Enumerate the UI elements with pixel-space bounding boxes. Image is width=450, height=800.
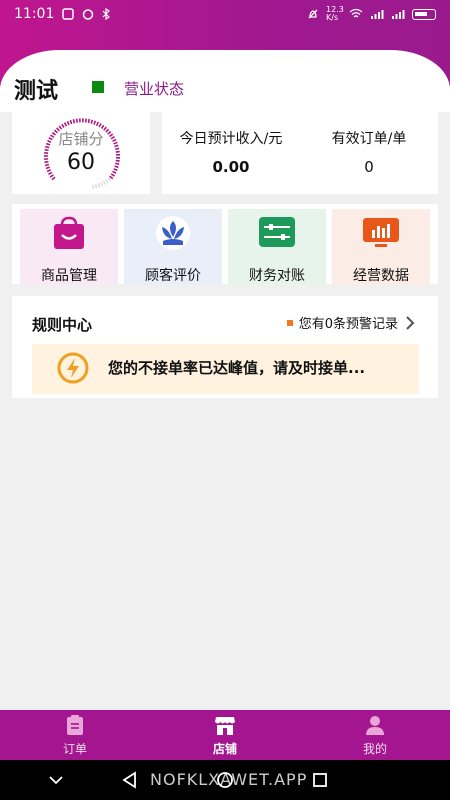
- menu-finance-reconciliation[interactable]: 财务对账: [228, 209, 326, 285]
- menu-customer-reviews[interactable]: 顾客评价: [124, 209, 222, 285]
- lightning-icon: [57, 352, 89, 384]
- chevron-down-icon[interactable]: [46, 770, 66, 790]
- shop-name: 测试: [14, 79, 59, 104]
- menu-label: 经营数据: [353, 268, 409, 284]
- network-speed: 12.3 K/s: [326, 5, 344, 22]
- tab-label: 店铺: [212, 742, 237, 756]
- store-icon: [215, 717, 235, 735]
- status-time: 11:01: [14, 6, 55, 22]
- notification-icon: [62, 8, 75, 20]
- recents-icon[interactable]: [310, 770, 330, 790]
- tab-mine[interactable]: 我的: [300, 710, 450, 760]
- rules-center-card: 规则中心 您有0条预警记录 您的不接单率已达峰值，请及时接单...: [12, 296, 438, 398]
- tab-orders[interactable]: 订单: [0, 710, 150, 760]
- alarm-icon: [83, 9, 94, 20]
- tab-label: 我的: [362, 742, 387, 756]
- income-label: 今日预计收入/元: [179, 131, 283, 147]
- business-status-label[interactable]: 营业状态: [124, 78, 184, 99]
- menu-label: 财务对账: [249, 268, 305, 284]
- shop-score-value: 60: [67, 150, 95, 175]
- orders-label: 有效订单/单: [331, 131, 407, 147]
- clipboard-icon: [67, 715, 83, 735]
- menu-business-data[interactable]: 经营数据: [332, 209, 430, 285]
- alert-banner[interactable]: 您的不接单率已达峰值，请及时接单...: [32, 344, 419, 394]
- bluetooth-icon: [102, 8, 111, 20]
- shop-score-card[interactable]: 店铺分 60: [12, 112, 150, 194]
- back-icon[interactable]: [120, 770, 140, 790]
- bottom-tab-bar: 订单 店铺 我的: [0, 710, 450, 760]
- header-sheet: [0, 50, 450, 112]
- function-menu: 商品管理 顾客评价 财务对账 经营数据: [12, 204, 438, 285]
- menu-label: 顾客评价: [145, 268, 201, 284]
- income-value: 0.00: [212, 158, 250, 176]
- ledger-icon: [259, 217, 295, 247]
- rules-center-title: 规则中心: [32, 316, 93, 334]
- tab-store[interactable]: 店铺: [150, 710, 300, 760]
- watermark: NOFKLXAWET.APP: [150, 770, 308, 789]
- shopping-bag-icon: [54, 216, 84, 249]
- battery-icon: [412, 8, 436, 20]
- mute-icon: [308, 9, 318, 19]
- menu-product-management[interactable]: 商品管理: [20, 209, 118, 285]
- orders-value: 0: [364, 158, 374, 176]
- status-bar: 11:01 12.3 K/s: [0, 0, 450, 28]
- signal-icon: [371, 10, 384, 19]
- system-nav-bar: NOFKLXAWET.APP: [0, 760, 450, 800]
- shop-score-label: 店铺分: [58, 130, 104, 148]
- orders-stat[interactable]: 有效订单/单 0: [300, 112, 438, 194]
- signal-icon-2: [392, 10, 405, 19]
- income-stat[interactable]: 今日预计收入/元 0.00: [162, 112, 300, 194]
- wifi-icon: [349, 8, 363, 18]
- warning-records-text: 您有0条预警记录: [298, 317, 398, 332]
- warning-records-link[interactable]: 您有0条预警记录: [286, 313, 416, 332]
- tulip-icon: [156, 216, 190, 250]
- chevron-right-icon: [406, 315, 415, 330]
- tab-label: 订单: [62, 742, 87, 756]
- stats-card: 今日预计收入/元 0.00 有效订单/单 0: [162, 112, 438, 194]
- person-icon: [366, 716, 384, 735]
- menu-label: 商品管理: [41, 268, 97, 284]
- warning-marker: [286, 319, 293, 326]
- alert-message: 您的不接单率已达峰值，请及时接单...: [108, 359, 366, 377]
- bar-chart-icon: [363, 218, 399, 247]
- business-status-indicator: [92, 81, 104, 93]
